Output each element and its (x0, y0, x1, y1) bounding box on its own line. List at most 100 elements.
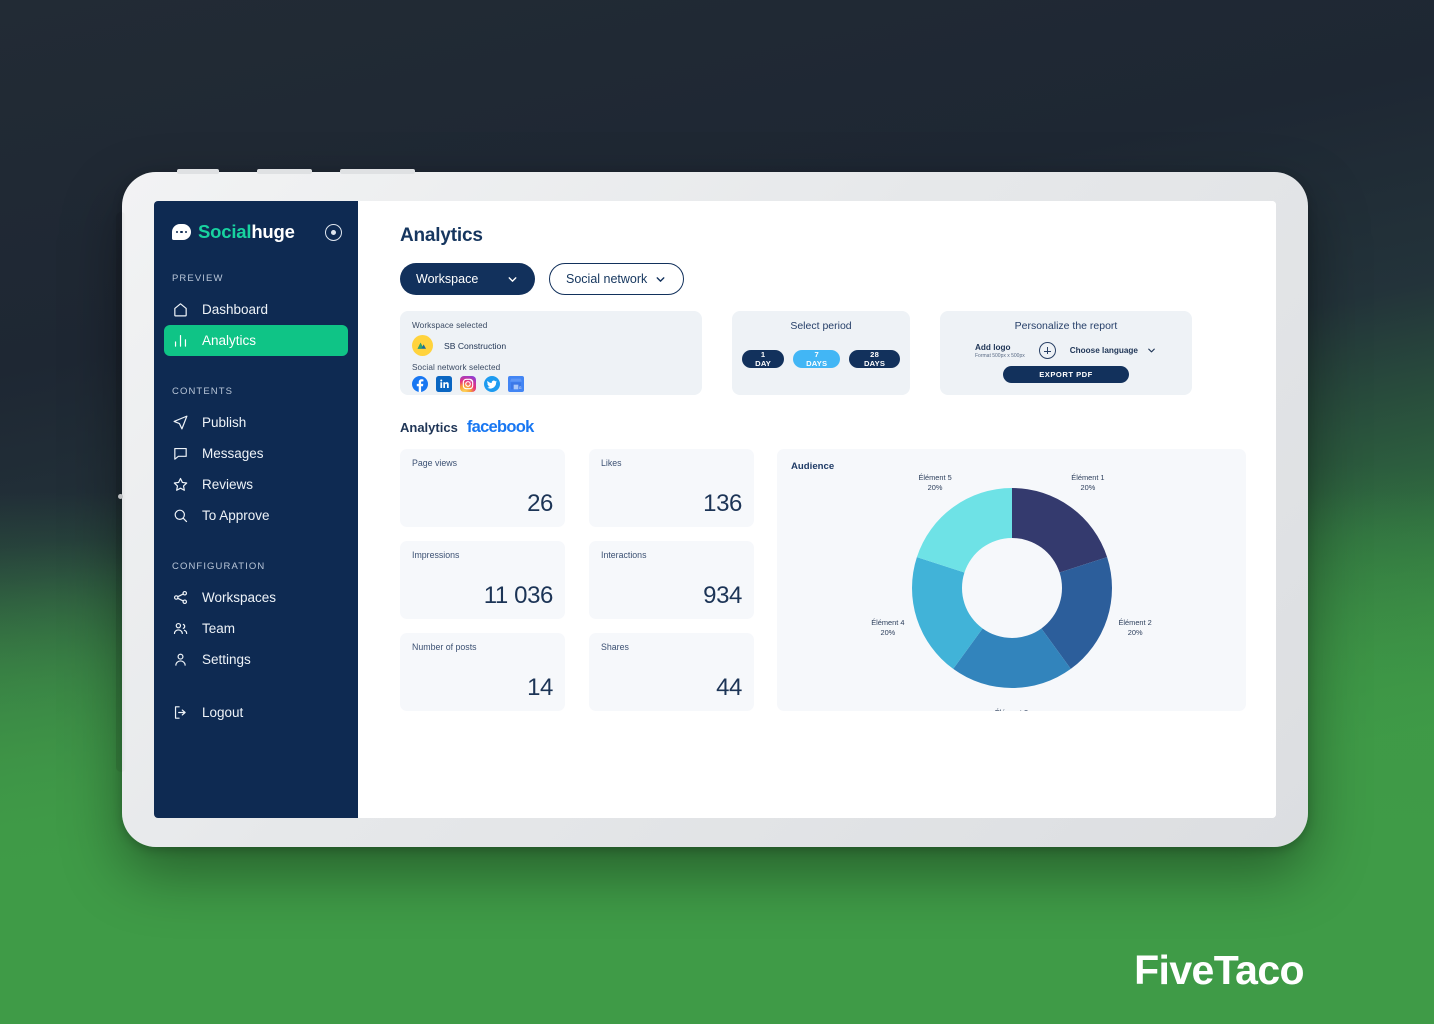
choose-language-label: Choose language (1069, 346, 1138, 355)
donut-segment-label: Élément 5 20% (918, 472, 952, 492)
sidebar-item-settings[interactable]: Settings (164, 644, 348, 675)
sidebar-item-to-approve[interactable]: To Approve (164, 500, 348, 531)
chevron-down-icon (508, 276, 517, 282)
period-option-1-day[interactable]: 1 DAY (742, 350, 785, 368)
metric-card-interactions: Interactions 934 (589, 541, 754, 619)
audience-chart-card: Audience Élément 1 20% Élément 2 20% Élément… (777, 449, 1246, 711)
add-logo-label: Add logo (975, 342, 1011, 352)
metric-value: 14 (527, 674, 553, 701)
tablet-button-2 (257, 169, 312, 174)
facebook-icon[interactable] (412, 376, 428, 392)
metric-value: 11 036 (483, 582, 554, 609)
metric-label: Shares (601, 642, 629, 652)
sidebar-section-preview: PREVIEW (172, 273, 224, 284)
metrics-grid: Page views 26 Likes 136 Impressions 11 0… (400, 449, 754, 711)
donut-segment-label: Élément 2 20% (1118, 618, 1152, 638)
export-pdf-button[interactable]: EXPORT PDF (1003, 366, 1129, 383)
brand-name: Socialhuge (198, 221, 295, 243)
period-option-28-days[interactable]: 28 DAYS (849, 350, 900, 368)
add-logo-format: Format 500px x 500px (975, 352, 1025, 359)
svg-text:G: G (519, 386, 522, 390)
workspace-selected-label: Workspace selected (412, 321, 488, 330)
main-content: Analytics Workspace Social network Works… (358, 201, 1276, 818)
analytics-label: Analytics (400, 420, 458, 435)
sidebar-item-label: Workspaces (202, 590, 277, 605)
workspace-dropdown[interactable]: Workspace (400, 263, 535, 295)
tablet-device-frame: Socialhuge PREVIEW Dashboard Analytics C… (116, 169, 1308, 847)
choose-language-dropdown[interactable]: Choose language (1070, 345, 1157, 356)
metric-card-number-of-posts: Number of posts 14 (400, 633, 565, 711)
sidebar-item-label: Publish (202, 415, 247, 430)
sidebar-item-team[interactable]: Team (164, 613, 348, 644)
donut-chart (911, 488, 1112, 688)
analytics-section-title: Analytics facebook (400, 418, 1246, 437)
donut-chart-container: Élément 120% Élément 220% Élément 320% Élém… (777, 471, 1246, 711)
home-icon (172, 301, 189, 318)
metric-label: Interactions (601, 550, 647, 560)
linkedin-icon[interactable] (436, 376, 452, 392)
users-icon (172, 620, 189, 637)
sidebar-item-messages[interactable]: Messages (164, 438, 348, 469)
metric-card-shares: Shares 44 (589, 633, 754, 711)
chevron-down-icon (656, 276, 665, 282)
select-period-card: Select period 1 DAY 7 DAYS 28 DAYS (732, 311, 910, 395)
personalize-report-title: Personalize the report (1014, 320, 1118, 332)
app-logo[interactable]: Socialhuge (154, 201, 358, 243)
add-logo-block: Add logo Format 500px x 500px (975, 343, 1025, 359)
google-business-icon[interactable]: G (508, 376, 524, 392)
star-icon (172, 476, 189, 493)
sidebar-item-publish[interactable]: Publish (164, 407, 348, 438)
sidebar-item-analytics[interactable]: Analytics (164, 325, 348, 356)
metric-label: Impressions (412, 550, 460, 560)
metric-label: Number of posts (412, 642, 477, 652)
sidebar-item-reviews[interactable]: Reviews (164, 469, 348, 500)
bar-chart-icon (172, 332, 189, 349)
social-network-dropdown[interactable]: Social network (549, 263, 684, 295)
metric-value: 44 (716, 674, 742, 701)
sidebar-section-configuration: CONFIGURATION (172, 561, 266, 572)
page-title: Analytics (400, 225, 483, 246)
period-option-7-days[interactable]: 7 DAYS (793, 350, 841, 368)
workspace-avatar (412, 335, 433, 356)
sidebar-item-logout[interactable]: Logout (164, 697, 348, 728)
donut-segment[interactable] (1011, 488, 1107, 573)
brand-name-part1: Social (198, 221, 252, 242)
workspace-selected-card: Workspace selected SB Construction Socia… (400, 311, 702, 395)
tablet-left-shadow (116, 212, 126, 772)
metric-label: Page views (412, 458, 457, 468)
target-icon[interactable] (325, 223, 342, 241)
metric-card-impressions: Impressions 11 036 (400, 541, 565, 619)
personalize-report-card: Personalize the report Add logo Format 5… (940, 311, 1192, 395)
mountain-logo-icon (417, 342, 427, 349)
sidebar-item-label: Team (202, 621, 236, 636)
social-network-dropdown-label: Social network (566, 272, 648, 286)
chevron-down-icon (1148, 348, 1155, 353)
donut-segment-label: Élément 1 20% (1071, 472, 1105, 492)
add-logo-plus-icon[interactable] (1038, 342, 1056, 359)
logout-icon (172, 704, 189, 721)
fivetaco-watermark: FiveTaco (1134, 947, 1304, 993)
selected-networks-list: G (412, 376, 690, 392)
sidebar-item-label: Messages (202, 446, 264, 461)
sidebar-section-contents: CONTENTS (172, 386, 234, 397)
metric-value: 26 (527, 490, 553, 517)
instagram-icon[interactable] (460, 376, 476, 392)
social-network-selected-label: Social network selected (412, 363, 501, 372)
sidebar-item-label: Reviews (202, 477, 254, 492)
sidebar-item-workspaces[interactable]: Workspaces (164, 582, 348, 613)
workspace-selected-value: SB Construction (412, 335, 690, 356)
chat-bubble-icon (172, 224, 191, 240)
facebook-wordmark: facebook (466, 418, 535, 436)
sidebar-item-label: Logout (202, 705, 244, 720)
tablet-button-1 (177, 169, 219, 174)
metric-card-page-views: Page views 26 (400, 449, 565, 527)
donut-segment-label: Élément 320% (995, 708, 1028, 711)
twitter-icon[interactable] (484, 376, 500, 392)
user-icon (172, 651, 189, 668)
donut-segment[interactable] (916, 488, 1012, 573)
sidebar-item-label: To Approve (202, 508, 270, 523)
metric-label: Likes (601, 458, 622, 468)
send-icon (172, 414, 189, 431)
analytics-body: Page views 26 Likes 136 Impressions 11 0… (400, 449, 1246, 711)
sidebar-item-dashboard[interactable]: Dashboard (164, 294, 348, 325)
